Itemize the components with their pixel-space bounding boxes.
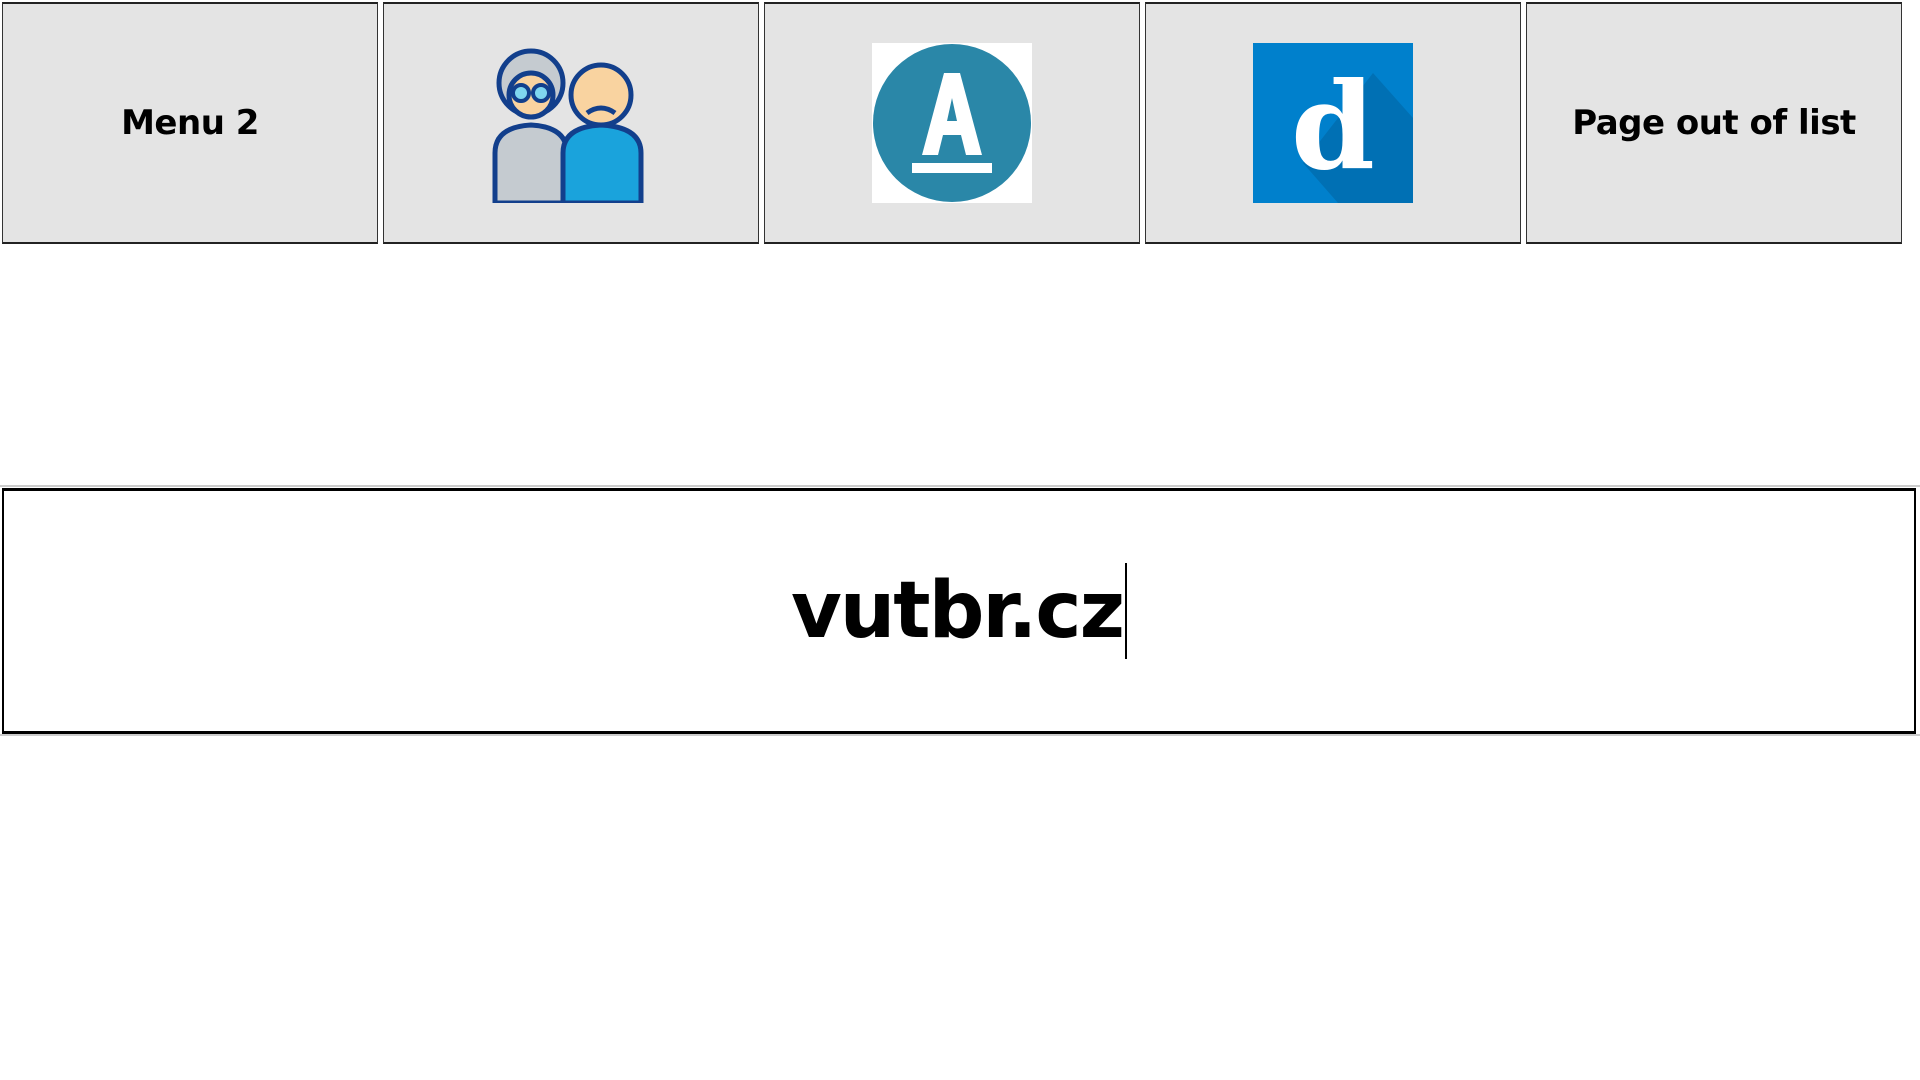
address-value: vutbr.cz	[790, 566, 1125, 656]
divider	[0, 734, 1920, 736]
letter-d-square-logo: d	[1253, 43, 1413, 203]
address-input[interactable]: vutbr.cz	[2, 488, 1916, 734]
text-caret	[1125, 563, 1128, 659]
page-out-of-list-label: Page out of list	[1572, 103, 1856, 143]
menu-2-button[interactable]: Menu 2	[2, 2, 378, 244]
d-logo-button[interactable]: d	[1145, 2, 1521, 244]
elderly-couple-button[interactable]	[383, 2, 759, 244]
menu-2-label: Menu 2	[121, 103, 259, 143]
a-logo-button[interactable]	[764, 2, 1140, 244]
menu-row: Menu 2 d Page out of list	[2, 2, 1902, 244]
svg-text:d: d	[1291, 56, 1375, 197]
divider	[0, 485, 1920, 487]
elderly-couple-icon	[492, 48, 644, 203]
page-out-of-list-button[interactable]: Page out of list	[1526, 2, 1902, 244]
letter-a-circle-logo	[872, 43, 1032, 203]
